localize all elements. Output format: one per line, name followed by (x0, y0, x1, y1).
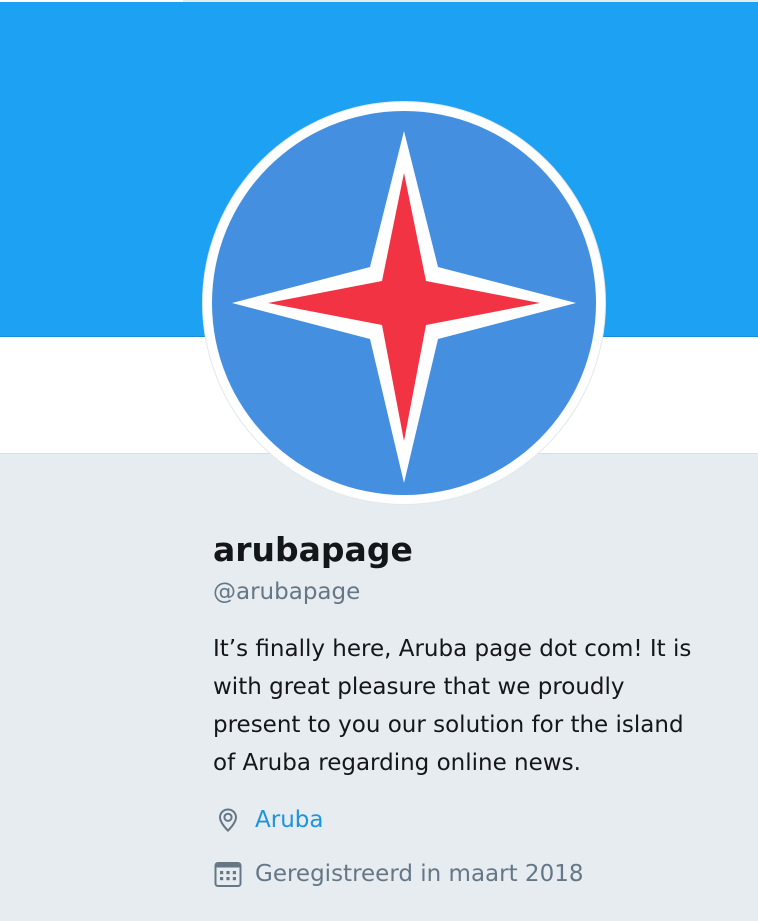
profile-location: Aruba (213, 804, 733, 836)
profile-page: arubapage @arubapage It’s finally here, … (0, 0, 758, 921)
joined-text: Geregistreerd in maart 2018 (255, 861, 584, 887)
calendar-icon (213, 859, 243, 889)
profile-joined-date: Geregistreerd in maart 2018 (213, 858, 733, 890)
profile-name[interactable]: arubapage (213, 528, 733, 572)
location-pin-icon (213, 805, 243, 835)
profile-avatar[interactable] (203, 102, 605, 504)
location-link[interactable]: Aruba (255, 804, 323, 836)
profile-info: arubapage @arubapage It’s finally here, … (213, 528, 733, 890)
avatar-logo-image (212, 111, 596, 495)
profile-handle[interactable]: @arubapage (213, 576, 733, 608)
profile-bio: It’s finally here, Aruba page dot com! I… (213, 636, 692, 776)
